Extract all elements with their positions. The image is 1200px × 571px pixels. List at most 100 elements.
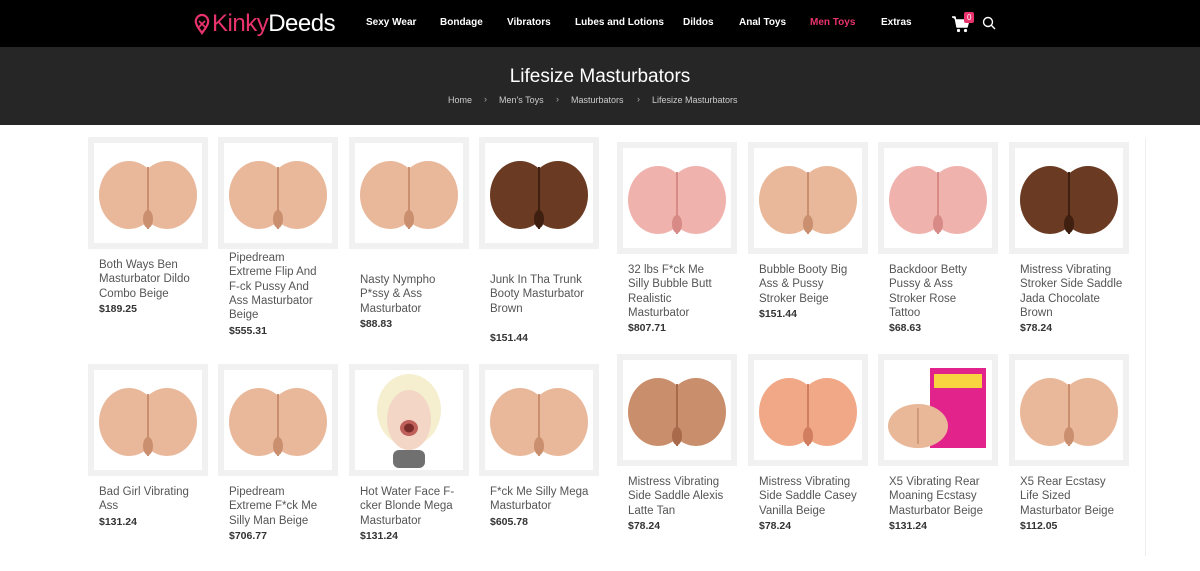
product-price: $151.44 xyxy=(759,307,797,320)
product-thumbnail[interactable] xyxy=(88,137,208,249)
product-image-frame xyxy=(355,370,463,470)
nav-vibrators[interactable]: Vibrators xyxy=(507,17,551,28)
product-thumbnail[interactable] xyxy=(878,142,998,254)
product-name[interactable]: Backdoor Betty Pussy & Ass Stroker Rose … xyxy=(889,263,989,320)
product-image-frame xyxy=(224,370,332,470)
product-price: $706.77 xyxy=(229,529,267,542)
product-image xyxy=(1020,378,1118,446)
product-image xyxy=(759,166,857,234)
product-price: $131.24 xyxy=(889,519,927,532)
product-thumbnail[interactable] xyxy=(88,364,208,476)
search-icon[interactable] xyxy=(982,16,996,30)
product-name[interactable]: Hot Water Face F-cker Blonde Mega Mastur… xyxy=(360,485,460,528)
product-image xyxy=(99,161,197,229)
product-thumbnail[interactable] xyxy=(218,137,338,249)
product-image-frame xyxy=(94,370,202,470)
product-thumbnail[interactable] xyxy=(349,137,469,249)
product-image xyxy=(229,388,327,456)
product-image xyxy=(759,378,857,446)
product-price: $555.31 xyxy=(229,324,267,337)
product-thumbnail[interactable] xyxy=(1009,142,1129,254)
product-image xyxy=(889,166,987,234)
product-image xyxy=(490,161,588,229)
breadcrumb-home[interactable]: Home xyxy=(448,95,472,105)
product-image-frame xyxy=(884,360,992,460)
product-image-frame xyxy=(623,360,731,460)
logo-wordmark: KinkyDeeds xyxy=(212,10,336,38)
product-thumbnail[interactable] xyxy=(1009,354,1129,466)
product-thumbnail[interactable] xyxy=(617,354,737,466)
product-image xyxy=(490,388,588,456)
nav-lubes-and-lotions[interactable]: Lubes and Lotions xyxy=(575,17,664,28)
product-name[interactable]: Pipedream Extreme Flip And F-ck Pussy An… xyxy=(229,251,329,322)
nav-men-toys[interactable]: Men Toys xyxy=(810,17,855,28)
product-price: $807.71 xyxy=(628,322,666,335)
nav-anal-toys[interactable]: Anal Toys xyxy=(739,17,786,28)
product-image-frame xyxy=(623,148,731,248)
product-thumbnail[interactable] xyxy=(479,364,599,476)
product-name[interactable]: Both Ways Ben Masturbator Dildo Combo Be… xyxy=(99,258,199,301)
product-name[interactable]: F*ck Me Silly Mega Masturbator xyxy=(490,485,590,514)
nav-sexy-wear[interactable]: Sexy Wear xyxy=(366,17,416,28)
top-navigation-bar: KinkyDeeds Sexy Wear Bondage Vibrators L… xyxy=(0,0,1200,47)
product-image-frame xyxy=(1015,148,1123,248)
product-price: $68.63 xyxy=(889,322,922,335)
product-name[interactable]: X5 Rear Ecstasy Life Sized Masturbator B… xyxy=(1020,475,1120,518)
product-price: $78.24 xyxy=(759,519,792,532)
product-price: $131.24 xyxy=(99,515,137,528)
logo-mark-icon xyxy=(194,13,210,35)
product-thumbnail[interactable] xyxy=(878,354,998,466)
product-image-frame xyxy=(485,370,593,470)
product-image-frame xyxy=(94,143,202,243)
nav-extras[interactable]: Extras xyxy=(881,17,912,28)
product-name[interactable]: Bubble Booty Big Ass & Pussy Stroker Bei… xyxy=(759,263,859,306)
product-image-frame xyxy=(1015,360,1123,460)
breadcrumb-masturbators[interactable]: Masturbators xyxy=(571,95,624,105)
product-image xyxy=(360,161,458,229)
product-name[interactable]: Mistress Vibrating Side Saddle Casey Van… xyxy=(759,475,859,518)
product-thumbnail[interactable] xyxy=(218,364,338,476)
product-price: $189.25 xyxy=(99,302,137,315)
product-price: $88.83 xyxy=(360,317,393,330)
product-image-frame xyxy=(754,148,862,248)
product-image-frame xyxy=(754,360,862,460)
product-thumbnail[interactable] xyxy=(748,142,868,254)
breadcrumb-current: Lifesize Masturbators xyxy=(652,95,738,105)
site-logo[interactable]: KinkyDeeds xyxy=(192,9,336,39)
content-divider xyxy=(1145,138,1146,556)
product-name[interactable]: 32 lbs F*ck Me Silly Bubble Butt Realist… xyxy=(628,263,728,320)
product-thumbnail[interactable] xyxy=(479,137,599,249)
product-name[interactable]: Mistress Vibrating Stroker Side Saddle J… xyxy=(1020,263,1126,320)
product-price: $78.24 xyxy=(1020,322,1053,335)
page-title: Lifesize Masturbators xyxy=(509,66,691,87)
cart-count-badge: 0 xyxy=(964,12,975,23)
nav-bondage[interactable]: Bondage xyxy=(440,17,483,28)
product-name[interactable]: Junk In Tha Trunk Booty Masturbator Brow… xyxy=(490,273,590,316)
breadcrumb-separator: › xyxy=(556,94,559,104)
product-image xyxy=(628,378,726,446)
product-name[interactable]: Bad Girl Vibrating Ass xyxy=(99,485,199,514)
product-image xyxy=(1020,166,1118,234)
breadcrumb-separator: › xyxy=(484,94,487,104)
product-image xyxy=(377,374,441,468)
logo-word-kinky: Kinky xyxy=(212,10,269,37)
product-image-frame xyxy=(224,143,332,243)
breadcrumb-mens-toys[interactable]: Men's Toys xyxy=(499,95,544,105)
product-price: $131.24 xyxy=(360,529,398,542)
product-thumbnail[interactable] xyxy=(349,364,469,476)
product-image-frame xyxy=(884,148,992,248)
product-price: $78.24 xyxy=(628,519,661,532)
product-name[interactable]: Mistress Vibrating Side Saddle Alexis La… xyxy=(628,475,728,518)
nav-dildos[interactable]: Dildos xyxy=(683,17,714,28)
product-price: $605.78 xyxy=(490,515,528,528)
product-image xyxy=(229,161,327,229)
product-price: $151.44 xyxy=(490,332,528,345)
product-image-frame xyxy=(485,143,593,243)
product-thumbnail[interactable] xyxy=(748,354,868,466)
product-name[interactable]: Nasty Nympho P*ssy & Ass Masturbator xyxy=(360,273,460,316)
product-thumbnail[interactable] xyxy=(617,142,737,254)
product-image xyxy=(628,166,726,234)
product-name[interactable]: X5 Vibrating Rear Moaning Ecstasy Mastur… xyxy=(889,475,989,518)
product-name[interactable]: Pipedream Extreme F*ck Me Silly Man Beig… xyxy=(229,485,329,528)
product-image-frame xyxy=(355,143,463,243)
